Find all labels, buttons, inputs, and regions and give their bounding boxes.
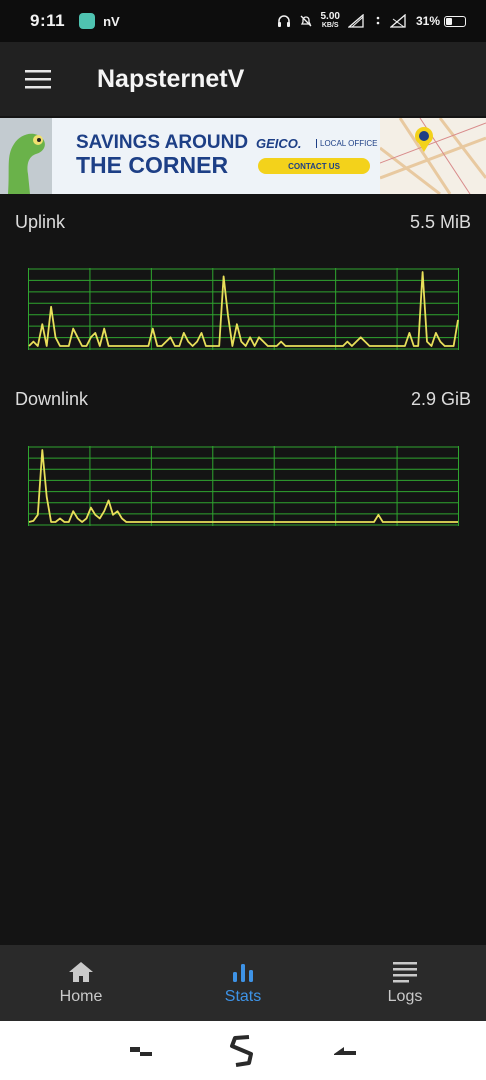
nav-home[interactable]: Home [0, 945, 162, 1021]
nav-home-label: Home [59, 988, 103, 1005]
back-button[interactable] [325, 1031, 365, 1071]
system-navigation-bar [0, 1021, 486, 1080]
status-time: 9:11 [30, 11, 66, 30]
battery-fill [446, 17, 452, 25]
mute-bell-icon [300, 15, 311, 27]
hamburger-menu-icon [25, 70, 51, 89]
gecko-mascot-image [0, 118, 52, 194]
ad-headline-line-1: SAVINGS AROUND [76, 132, 249, 153]
headphones-icon [277, 15, 290, 27]
app-bar: NapsternetV [0, 42, 486, 116]
stats-icon [233, 964, 253, 982]
map-illustration [380, 118, 486, 194]
home-gesture-button[interactable] [223, 1031, 263, 1071]
network-speed: 5.00 KB/S [321, 12, 340, 30]
menu-button[interactable] [0, 42, 76, 116]
logs-icon [393, 962, 417, 983]
recents-button[interactable] [121, 1031, 161, 1071]
battery-percent: 31% [415, 14, 440, 28]
battery-indicator: 31% [416, 14, 466, 28]
uplink-graph [28, 268, 459, 350]
nav-stats[interactable]: Stats [162, 945, 324, 1021]
notification-app-icon [79, 13, 96, 29]
speed-unit: KB/S [321, 22, 339, 29]
recents-icon [130, 1046, 152, 1056]
bottom-navigation: Home Stats Logs [0, 945, 486, 1021]
wifi-icon [376, 16, 380, 25]
uplink-value: 5.5 MiB [409, 212, 471, 232]
signal-icon [347, 14, 364, 28]
back-icon [334, 1046, 356, 1055]
ad-brand-logo: GEICO. [256, 136, 302, 151]
battery-icon [444, 15, 466, 27]
signal-icon-2 [389, 14, 406, 28]
downlink-graph [28, 446, 459, 526]
ad-contact-button[interactable]: CONTACT US [258, 158, 370, 174]
status-bar: 9:11 nV 5.00 KB/S 31% [0, 0, 486, 42]
uplink-label: Uplink [15, 212, 66, 232]
downlink-value: 2.9 GiB [410, 389, 471, 409]
home-icon [69, 962, 93, 982]
speed-value: 5.00 [320, 11, 340, 22]
app-title: NapsternetV [97, 64, 245, 93]
nav-logs-label: Logs [387, 988, 423, 1005]
notification-text: nV [103, 13, 120, 29]
status-icons: 5.00 KB/S 31% [277, 12, 466, 30]
home-gesture-icon [230, 1034, 253, 1067]
ad-headline-line-2: THE CORNER [76, 152, 229, 178]
ad-office-label: LOCAL OFFICE [316, 139, 378, 148]
downlink-traffic-line [28, 449, 458, 523]
ad-banner[interactable]: SAVINGS AROUND THE CORNER GEICO. LOCAL O… [0, 118, 486, 194]
uplink-traffic-line [28, 271, 459, 347]
nav-stats-label: Stats [224, 988, 262, 1005]
ad-headline: SAVINGS AROUND THE CORNER [76, 132, 249, 178]
nav-logs[interactable]: Logs [324, 945, 486, 1021]
downlink-label: Downlink [15, 389, 89, 409]
